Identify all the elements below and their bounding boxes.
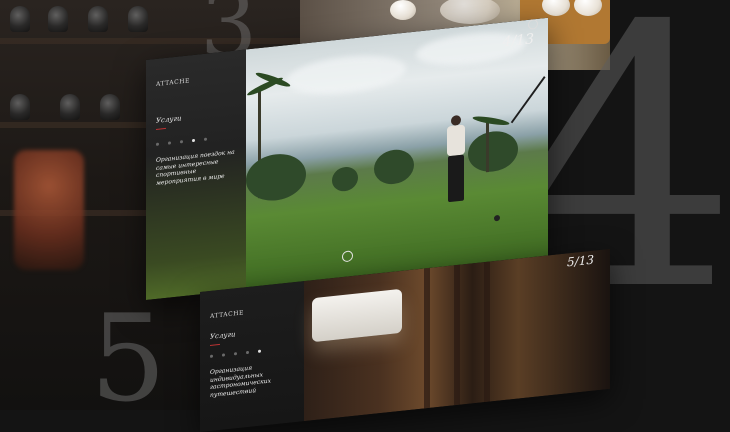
golfer-legs	[448, 154, 464, 203]
pagination-dot-active[interactable]	[192, 138, 195, 143]
bottle	[100, 94, 120, 120]
bottle	[88, 6, 108, 32]
pagination-dot[interactable]	[168, 141, 171, 145]
wood-panel	[424, 267, 430, 409]
cloud	[286, 50, 406, 100]
pagination-dot[interactable]	[222, 353, 225, 357]
golf-photo	[246, 17, 548, 290]
bowl	[440, 0, 500, 24]
palm-frond	[471, 114, 511, 127]
slide-counter: 4/13	[502, 31, 534, 51]
bottle	[10, 6, 30, 32]
golf-ball	[494, 214, 500, 222]
brand-logo-text: ATTACHE	[156, 77, 190, 88]
tree	[468, 128, 518, 175]
section-title: Услуги	[156, 114, 182, 125]
pagination-dot[interactable]	[180, 140, 183, 144]
accent-line	[156, 127, 166, 130]
egg	[390, 0, 416, 20]
bottle	[48, 6, 68, 32]
info-panel: ATTACHE Услуги Организация индивидуальны…	[200, 281, 304, 432]
wood-panel	[454, 264, 460, 406]
pagination-dot-active[interactable]	[258, 349, 261, 353]
wood-panel	[484, 261, 490, 403]
bottle	[10, 94, 30, 120]
tree	[332, 165, 358, 193]
pagination-dot[interactable]	[234, 352, 237, 356]
slide-heading: Организация поездок на самые интересные …	[156, 148, 235, 187]
brand-logo-text: ATTACHE	[210, 309, 244, 320]
bottle	[60, 94, 80, 120]
info-panel: ATTACHE Услуги Организация поездок на са…	[146, 49, 246, 300]
bottle	[128, 6, 148, 32]
accent-line	[210, 343, 220, 346]
section-title: Услуги	[210, 330, 236, 341]
slide-heading: Организация индивидуальных гастрономичес…	[210, 364, 271, 399]
pagination-dots[interactable]	[156, 137, 207, 146]
background-digit: 5	[90, 290, 167, 411]
palm-trunk	[486, 119, 489, 173]
golfer	[441, 114, 471, 207]
candle	[14, 150, 84, 270]
pagination-dot[interactable]	[246, 350, 249, 355]
tree	[374, 147, 414, 187]
ceiling-lamp	[312, 288, 402, 343]
pagination-dot[interactable]	[156, 142, 159, 146]
brand-logo[interactable]: ATTACHE	[210, 309, 244, 320]
pagination-dots[interactable]	[210, 349, 261, 358]
slide-card-main[interactable]: ATTACHE Услуги Организация поездок на са…	[146, 17, 548, 300]
tree	[246, 151, 306, 204]
pagination-dot[interactable]	[210, 354, 213, 358]
golfer-torso	[447, 124, 465, 157]
slide-counter: 5/13	[567, 252, 594, 270]
pagination-dot[interactable]	[204, 137, 207, 141]
brand-logo[interactable]: ATTACHE	[156, 77, 190, 88]
golf-club	[510, 76, 546, 124]
